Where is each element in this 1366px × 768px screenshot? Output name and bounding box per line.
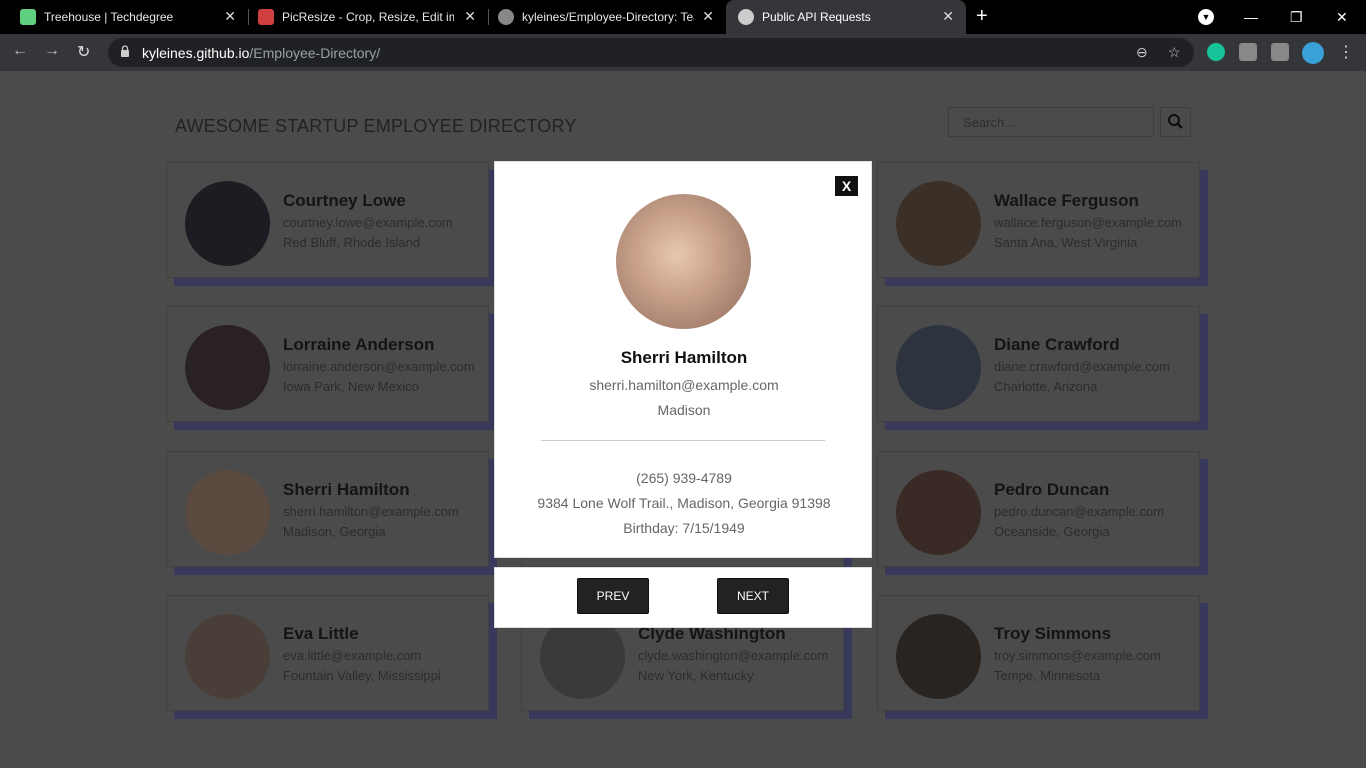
search-button[interactable] [1160, 107, 1191, 137]
avatar [896, 325, 981, 410]
prev-button[interactable]: PREV [577, 578, 649, 614]
close-tab-icon[interactable]: ✕ [224, 8, 236, 25]
maximize-button[interactable]: ❐ [1290, 0, 1303, 34]
tab-title: kyleines/Employee-Directory: Tea [522, 10, 694, 24]
browser-toolbar: ← → ↻ kyleines.github.io/Employee-Direct… [0, 34, 1366, 71]
employee-card[interactable]: Courtney Lowe courtney.lowe@example.com … [166, 162, 489, 278]
close-window-button[interactable]: ✕ [1336, 0, 1348, 34]
employee-email: diane.crawford@example.com [994, 359, 1170, 374]
modal-close-button[interactable]: X [835, 176, 858, 196]
modal-avatar [616, 194, 751, 329]
modal-employee-name: Sherri Hamilton [620, 348, 748, 367]
minimize-button[interactable]: — [1244, 0, 1258, 34]
employee-location: Fountain Valley, Mississippi [283, 668, 441, 683]
close-tab-icon[interactable]: ✕ [464, 8, 476, 25]
employee-card[interactable]: Sherri Hamilton sherri.hamilton@example.… [166, 451, 489, 567]
employee-location: Red Bluff, Rhode Island [283, 235, 421, 250]
avatar [185, 325, 270, 410]
employee-email: eva.little@example.com [283, 648, 422, 663]
tab-title: Public API Requests [762, 10, 871, 24]
profile-avatar-icon[interactable] [1302, 42, 1324, 64]
employee-email: wallace.ferguson@example.com [994, 215, 1183, 230]
employee-email: troy.simmons@example.com [994, 648, 1161, 663]
employee-card[interactable]: Troy Simmons troy.simmons@example.com Te… [877, 595, 1200, 711]
employee-card[interactable]: Wallace Ferguson wallace.ferguson@exampl… [877, 162, 1200, 278]
modal-employee-city: Madison [657, 402, 711, 418]
employee-email: lorraine.anderson@example.com [283, 359, 475, 374]
modal-navigation: PREV NEXT [494, 567, 872, 628]
reload-icon[interactable]: ↻ [77, 42, 90, 62]
employee-name: Diane Crawford [994, 335, 1120, 354]
employee-email: courtney.lowe@example.com [283, 215, 453, 230]
back-arrow-icon[interactable]: ← [12, 42, 28, 60]
employee-location: Charlotte, Arizona [994, 379, 1098, 394]
employee-card[interactable]: Eva Little eva.little@example.com Founta… [166, 595, 489, 711]
employee-card[interactable]: Lorraine Anderson lorraine.anderson@exam… [166, 306, 489, 422]
tab-github[interactable]: kyleines/Employee-Directory: Tea ✕ [488, 0, 726, 34]
employee-location: Tempe, Minnesota [994, 668, 1101, 683]
magnifier-icon [1168, 114, 1183, 129]
avatar [896, 181, 981, 266]
avatar [896, 470, 981, 555]
forward-arrow-icon[interactable]: → [44, 42, 60, 60]
profile-dropdown-icon[interactable]: ▼ [1198, 0, 1214, 34]
employee-name: Pedro Duncan [994, 480, 1110, 499]
tab-treehouse[interactable]: Treehouse | Techdegree ✕ [0, 0, 248, 34]
modal-employee-address: 9384 Lone Wolf Trail., Madison, Georgia … [537, 495, 831, 511]
employee-card[interactable]: Diane Crawford diane.crawford@example.co… [877, 306, 1200, 422]
modal-employee-email: sherri.hamilton@example.com [589, 377, 779, 393]
close-tab-icon[interactable]: ✕ [942, 8, 954, 25]
employee-location: New York, Kentucky [638, 668, 754, 683]
page-title: AWESOME STARTUP EMPLOYEE DIRECTORY [175, 116, 577, 136]
grammarly-extension-icon[interactable] [1207, 43, 1225, 61]
tab-picresize[interactable]: PicResize - Crop, Resize, Edit ima ✕ [248, 0, 488, 34]
new-tab-button[interactable]: + [976, 5, 988, 28]
tab-bar: Treehouse | Techdegree ✕ PicResize - Cro… [0, 0, 1366, 34]
avatar [185, 614, 270, 699]
lock-icon [121, 45, 129, 57]
globe-favicon-icon [738, 9, 754, 25]
employee-location: Santa Ana, West Virginia [994, 235, 1138, 250]
bookmark-star-icon[interactable]: ☆ [1168, 44, 1181, 61]
employee-name: Courtney Lowe [283, 191, 406, 210]
url-text: kyleines.github.io/Employee-Directory/ [142, 45, 381, 61]
tab-title: PicResize - Crop, Resize, Edit ima [282, 10, 454, 24]
camera-extension-icon[interactable] [1239, 43, 1257, 61]
employee-card[interactable]: Pedro Duncan pedro.duncan@example.com Oc… [877, 451, 1200, 567]
address-bar[interactable]: kyleines.github.io/Employee-Directory/ ⊖… [108, 38, 1194, 67]
employee-email: clyde.washington@example.com [638, 648, 829, 663]
employee-name: Eva Little [283, 624, 359, 643]
employee-name: Sherri Hamilton [283, 480, 410, 499]
close-tab-icon[interactable]: ✕ [702, 8, 714, 25]
employee-name: Wallace Ferguson [994, 191, 1139, 210]
picresize-favicon-icon [258, 9, 274, 25]
treehouse-favicon-icon [20, 9, 36, 25]
modal-employee-phone: (265) 939-4789 [636, 470, 732, 486]
employee-location: Oceanside, Georgia [994, 524, 1110, 539]
github-favicon-icon [498, 9, 514, 25]
employee-email: pedro.duncan@example.com [994, 504, 1165, 519]
menu-kebab-icon[interactable]: ⋮ [1338, 42, 1354, 62]
extensions-puzzle-icon[interactable] [1271, 43, 1289, 61]
zoom-icon[interactable]: ⊖ [1136, 44, 1148, 61]
tab-title: Treehouse | Techdegree [44, 10, 174, 24]
avatar [185, 470, 270, 555]
employee-name: Lorraine Anderson [283, 335, 435, 354]
employee-email: sherri.hamilton@example.com [283, 504, 459, 519]
modal-divider [541, 440, 825, 441]
avatar [896, 614, 981, 699]
next-button[interactable]: NEXT [717, 578, 789, 614]
modal-employee-birthday: Birthday: 7/15/1949 [623, 520, 745, 536]
employee-name: Troy Simmons [994, 624, 1112, 643]
employee-location: Iowa Park, New Mexico [283, 379, 419, 394]
employee-modal: X Sherri Hamilton sherri.hamilton@exampl… [494, 161, 872, 558]
avatar [185, 181, 270, 266]
tab-public-api-requests[interactable]: Public API Requests ✕ [726, 0, 966, 34]
search-input[interactable] [948, 107, 1154, 137]
employee-location: Madison, Georgia [283, 524, 386, 539]
